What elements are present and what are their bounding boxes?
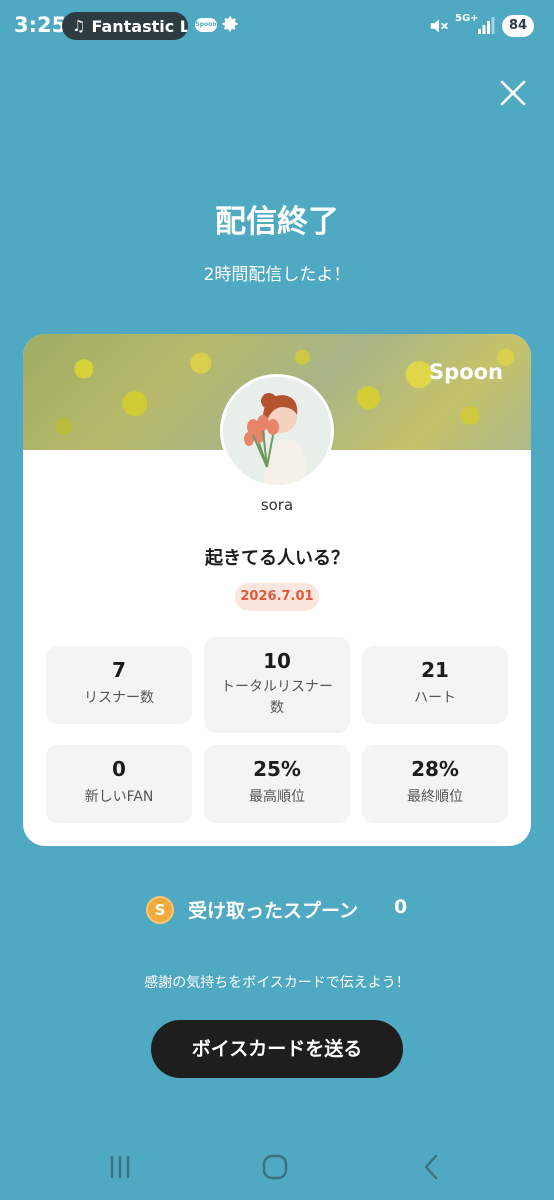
stat-value: 10 — [263, 649, 291, 673]
stat-label: 最高順位 — [249, 789, 305, 805]
close-button[interactable] — [498, 78, 528, 108]
stat-label: ハート — [414, 690, 456, 706]
stat-total-listeners: 10 トータルリスナー 数 — [204, 637, 350, 733]
stat-value: 7 — [112, 658, 126, 682]
broadcast-title: 起きてる人いる？ — [205, 548, 349, 569]
spoon-app-icon: Spoon — [195, 18, 217, 32]
stat-label-line2: 数 — [270, 700, 284, 716]
music-note-icon: ♫ — [72, 17, 86, 35]
stat-value: 25% — [253, 757, 301, 781]
battery-badge: 84 — [502, 15, 534, 37]
status-time: 3:25 — [14, 13, 67, 37]
stat-hearts: 21 ハート — [362, 646, 508, 724]
stat-label: リスナー数 — [84, 690, 154, 706]
stat-label: 新しいFAN — [84, 789, 154, 805]
send-voice-card-button[interactable]: ボイスカードを送る — [151, 1020, 403, 1078]
thanks-message: 感謝の気持ちをボイスカードで伝えよう！ — [144, 975, 410, 991]
back-icon[interactable] — [418, 1153, 446, 1181]
spoons-received-count: 0 — [394, 896, 408, 918]
media-pill[interactable]: ♫ Fantastic L — [62, 12, 188, 40]
stat-final-rank: 28% 最終順位 — [362, 745, 508, 823]
stat-label: トータルリスナー — [221, 679, 333, 695]
status-bar: 3:25 ♫ Fantastic L Spoon 5G+ 84 — [0, 0, 554, 52]
signal-icon — [478, 17, 495, 34]
recents-icon[interactable] — [106, 1153, 134, 1181]
gear-icon — [222, 16, 238, 32]
page-title: 配信終了 — [215, 204, 339, 240]
stat-value: 21 — [421, 658, 449, 682]
page-subtitle: 2時間配信したよ！ — [203, 265, 351, 285]
media-title: Fantastic L — [91, 16, 188, 36]
home-icon[interactable] — [261, 1153, 289, 1181]
stat-label: 最終順位 — [407, 789, 463, 805]
date-badge: 2026.7.01 — [235, 583, 319, 611]
avatar[interactable] — [220, 374, 334, 488]
system-nav-bar — [0, 1140, 554, 1200]
spoon-coin-icon: S — [146, 896, 174, 924]
broadcast-summary-card: Spoon sora 起きてる人いる？ 2026.7.01 7 リスナー数 10… — [23, 334, 531, 846]
spoon-logo: Spoon — [429, 360, 503, 384]
network-label: 5G+ — [455, 13, 479, 24]
avatar-illustration — [223, 377, 331, 485]
spoons-received-row: S 受け取ったスプーン 0 — [0, 894, 554, 926]
stat-value: 0 — [112, 757, 126, 781]
stat-best-rank: 25% 最高順位 — [204, 745, 350, 823]
spoons-received-label: 受け取ったスプーン — [188, 900, 359, 922]
username: sora — [260, 496, 294, 514]
stat-listeners: 7 リスナー数 — [46, 646, 192, 724]
mute-icon — [430, 19, 448, 33]
stat-value: 28% — [411, 757, 459, 781]
stat-new-fans: 0 新しいFAN — [46, 745, 192, 823]
